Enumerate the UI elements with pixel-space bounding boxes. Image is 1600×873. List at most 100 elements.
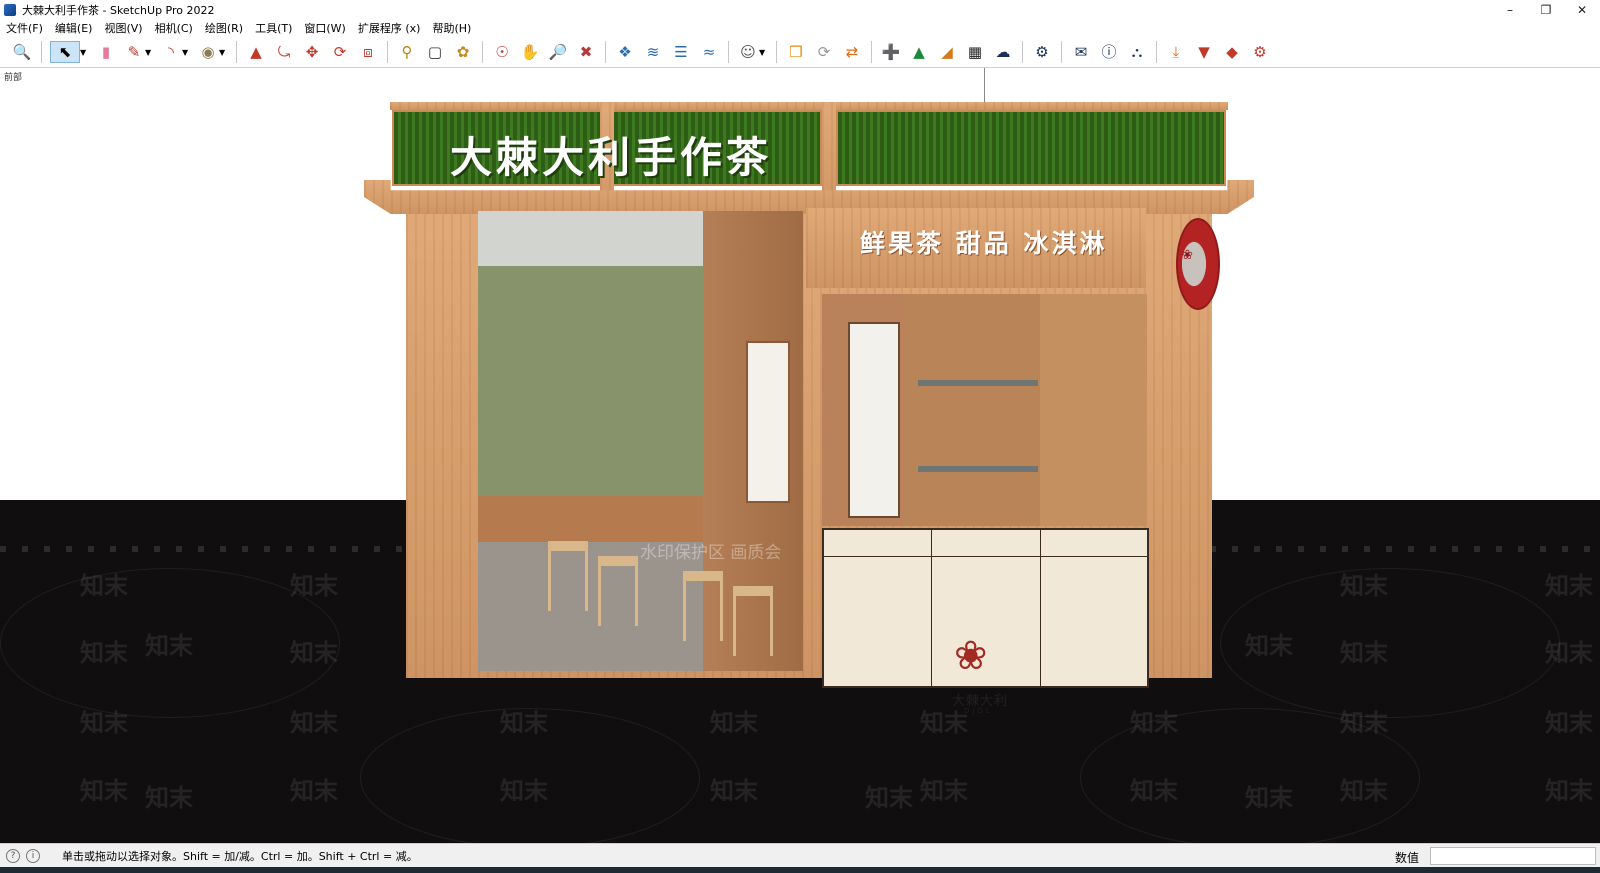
toolbar-separator: [776, 41, 777, 63]
menu-window[interactable]: 窗口(W): [304, 20, 345, 36]
pencil-dropdown-icon[interactable]: ▼: [145, 48, 153, 57]
watermark-text: 知末: [1340, 572, 1388, 600]
menu-bar: 文件(F) 编辑(E) 视图(V) 相机(C) 绘图(R) 工具(T) 窗口(W…: [0, 19, 1600, 37]
close-button[interactable]: ✕: [1564, 0, 1600, 20]
interior-photo-left: [478, 211, 803, 671]
measurements-label: 数值: [1395, 851, 1420, 865]
counter-line: [1040, 530, 1041, 686]
watermark-text: 知末: [290, 639, 338, 667]
watermark-text: 知末: [80, 709, 128, 737]
pattern-icon[interactable]: ▦: [964, 41, 986, 63]
tape-measure-icon[interactable]: ⚲: [396, 41, 418, 63]
text-icon[interactable]: ▢: [424, 41, 446, 63]
toolbar-separator: [1156, 41, 1157, 63]
paint-dropdown-icon[interactable]: ▼: [219, 48, 227, 57]
user-icon[interactable]: ☺: [737, 41, 759, 63]
toolbar-separator: [871, 41, 872, 63]
watermark-text: 知末: [1340, 639, 1388, 667]
export-icon[interactable]: ▼: [1193, 41, 1215, 63]
window-title: 大棘大利手作茶 - SketchUp Pro 2022: [22, 4, 215, 17]
watermark-text: 知末: [290, 572, 338, 600]
zoom-extents-icon[interactable]: ✖: [575, 41, 597, 63]
watermark-text: 知末: [1545, 777, 1593, 805]
wall-poster: [746, 341, 790, 503]
settings-icon[interactable]: ⚙: [1031, 41, 1053, 63]
menu-help[interactable]: 帮助(H): [432, 20, 471, 36]
menu-tools[interactable]: 工具(T): [255, 20, 292, 36]
eraser-icon[interactable]: ▮: [95, 41, 117, 63]
cafe-chair: [683, 571, 723, 641]
measurements-input[interactable]: [1430, 847, 1596, 865]
toolbar-separator: [1022, 41, 1023, 63]
toolbar-separator: [482, 41, 483, 63]
watermark-text: 知末: [80, 639, 128, 667]
import-icon[interactable]: ⤓: [1165, 41, 1187, 63]
select-icon[interactable]: ⬉: [50, 41, 80, 63]
styles-icon[interactable]: ◢: [936, 41, 958, 63]
watermark-text: 知末: [1545, 639, 1593, 667]
pencil-icon[interactable]: ✎: [123, 41, 145, 63]
select-dropdown-icon[interactable]: ▼: [80, 48, 88, 57]
watermark-text: 知末: [1340, 777, 1388, 805]
watermark-text: 知末: [1545, 709, 1593, 737]
watermark-text: 知末: [1245, 632, 1293, 660]
scene-label: 前部: [4, 73, 23, 83]
menu-view[interactable]: 视图(V): [104, 20, 142, 36]
scale-icon[interactable]: ⧈: [357, 41, 379, 63]
watermark-text: 知末: [710, 709, 758, 737]
rotate-icon[interactable]: ⟳: [329, 41, 351, 63]
user-dropdown-icon[interactable]: ▼: [759, 48, 767, 57]
main-toolbar: 🔍 ⬉ ▼ ▮ ✎ ▼ ◝ ▼ ◉ ▼ ▲ ⤿ ✥ ⟳ ⧈ ⚲ ▢ ✿ ☉ ✋ …: [0, 37, 1600, 68]
cart-icon[interactable]: ⛬: [1126, 41, 1148, 63]
watermark-notice: 水印保护区 画质会: [640, 543, 782, 563]
zoom-icon[interactable]: 🔍: [11, 41, 33, 63]
warehouse-icon[interactable]: ❒: [785, 41, 807, 63]
watermark-text: 知末: [500, 777, 548, 805]
brand-logo-icon: ❀: [954, 633, 988, 679]
info-icon[interactable]: ⓘ: [1098, 41, 1120, 63]
menu-file[interactable]: 文件(F): [6, 20, 43, 36]
roof-top-beam: [390, 102, 1228, 110]
watermark-text: 知末: [80, 572, 128, 600]
title-bar: 大棘大利手作茶 - SketchUp Pro 2022 – ❐ ✕: [0, 0, 1600, 20]
push-pull-icon[interactable]: ▲: [245, 41, 267, 63]
sandbox-icon[interactable]: ≋: [642, 41, 664, 63]
arc-dropdown-icon[interactable]: ▼: [182, 48, 190, 57]
ruby-icon[interactable]: ◆: [1221, 41, 1243, 63]
menu-extensions[interactable]: 扩展程序 (x): [358, 20, 421, 36]
menu-draw[interactable]: 绘图(R): [205, 20, 243, 36]
tree-icon[interactable]: ▲: [908, 41, 930, 63]
arc-icon[interactable]: ◝: [160, 41, 182, 63]
minimize-button[interactable]: –: [1492, 0, 1528, 20]
toolbar-separator: [728, 41, 729, 63]
mail-icon[interactable]: ✉: [1070, 41, 1092, 63]
zoom-window-icon[interactable]: 🔎: [547, 41, 569, 63]
watermark-text: 知末: [500, 709, 548, 737]
sketchup-app-icon: [4, 4, 16, 16]
pan-icon[interactable]: ✋: [519, 41, 541, 63]
paint-icon[interactable]: ✿: [452, 41, 474, 63]
blue-axis-line: [984, 68, 985, 103]
maximize-button[interactable]: ❐: [1528, 0, 1564, 20]
toolbar-separator: [1061, 41, 1062, 63]
menu-edit[interactable]: 编辑(E): [55, 20, 93, 36]
watermark-text: 知末: [710, 777, 758, 805]
drape-icon[interactable]: ≈: [698, 41, 720, 63]
layers-icon[interactable]: ❖: [614, 41, 636, 63]
gear-icon[interactable]: ⚙: [1249, 41, 1271, 63]
stamp-icon[interactable]: ☰: [670, 41, 692, 63]
add-icon[interactable]: ➕: [880, 41, 902, 63]
watermark-text: 知末: [1245, 784, 1293, 812]
geo-location-icon[interactable]: ?: [6, 848, 20, 863]
model-viewport[interactable]: 前部 知末 知末 知末 知末 知末 知末 知末 知末 知末 知末 知末 知末 知…: [0, 68, 1600, 843]
watermark-text: 知末: [290, 777, 338, 805]
move-icon[interactable]: ✥: [301, 41, 323, 63]
cloud-upload-icon[interactable]: ☁: [992, 41, 1014, 63]
follow-me-icon[interactable]: ⤿: [273, 41, 295, 63]
instructor-icon[interactable]: i: [26, 848, 40, 863]
share-icon[interactable]: ⇄: [841, 41, 863, 63]
refresh-icon[interactable]: ⟳: [813, 41, 835, 63]
menu-camera[interactable]: 相机(C): [155, 20, 193, 36]
orbit-icon[interactable]: ☉: [491, 41, 513, 63]
paint-bucket-icon[interactable]: ◉: [197, 41, 219, 63]
